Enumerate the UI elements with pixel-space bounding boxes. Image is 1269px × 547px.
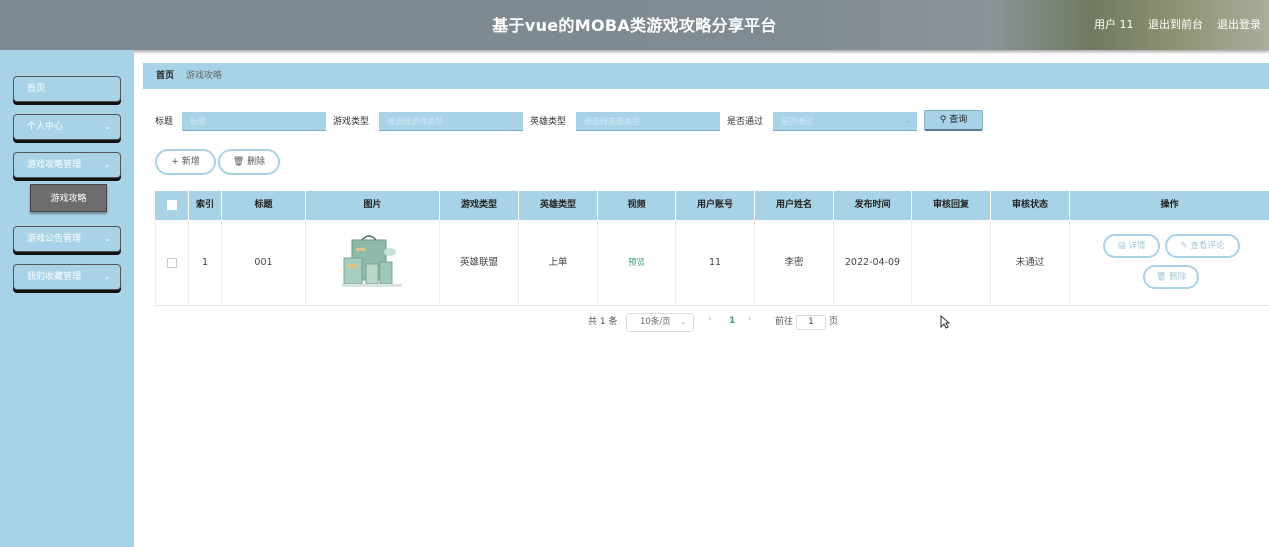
product-thumbnail[interactable] xyxy=(342,234,404,290)
mouse-cursor-icon xyxy=(940,315,950,329)
pagination-total: 共 1 条 xyxy=(588,317,618,327)
column-header-review-reply: 审核回复 xyxy=(912,191,991,220)
title-input[interactable]: 标题 xyxy=(182,112,326,131)
chevron-down-icon: ⌄ xyxy=(103,234,111,244)
chevron-down-icon: ⌄ xyxy=(679,317,687,327)
sidebar-subitem-strategy[interactable]: 游戏攻略 xyxy=(30,184,107,212)
trash-icon: 🗑 xyxy=(232,157,245,167)
select-all-cell xyxy=(155,191,189,220)
sidebar-item-label: 个人中心 xyxy=(27,122,64,132)
cell-video: 预览 xyxy=(598,220,676,306)
sidebar-item-label: 我的收藏管理 xyxy=(27,272,82,282)
trash-icon: 🗑 xyxy=(1155,272,1167,282)
column-header-name: 用户姓名 xyxy=(755,191,834,220)
column-header-video: 视频 xyxy=(598,191,676,220)
chevron-down-icon: ⌄ xyxy=(903,116,911,126)
chevron-down-icon: ⌄ xyxy=(103,160,111,170)
column-header-account: 用户账号 xyxy=(676,191,755,220)
prev-page-icon[interactable]: ‹ xyxy=(708,314,712,324)
cell-game-type: 英雄联盟 xyxy=(440,220,519,306)
back-to-frontend-link[interactable]: 退出到前台 xyxy=(1148,16,1203,32)
cell-publish-time: 2022-04-09 xyxy=(834,220,912,306)
column-header-image: 图片 xyxy=(306,191,440,220)
query-button[interactable]: ⚲ 查询 xyxy=(924,110,983,131)
page-size-select[interactable]: 10条/页 ⌄ xyxy=(626,313,694,332)
page-title: 基于vue的MOBA类游戏攻略分享平台 xyxy=(492,16,777,35)
sidebar-item-notice-management[interactable]: 游戏公告管理 ⌄ xyxy=(13,226,121,252)
cell-account: 11 xyxy=(676,220,755,306)
game-type-label: 游戏类型 xyxy=(333,117,370,127)
goto-prefix: 前往 xyxy=(775,317,794,327)
column-header-publish-time: 发布时间 xyxy=(834,191,912,220)
query-button-label: 查询 xyxy=(949,115,968,125)
sidebar: 首页 个人中心 ⌄ 游戏攻略管理 ⌄ 游戏攻略 游戏公告管理 ⌄ 我的收藏管理 … xyxy=(0,50,134,547)
column-header-index: 索引 xyxy=(189,191,222,220)
sidebar-item-home[interactable]: 首页 xyxy=(13,76,121,102)
table-header: 索引 标题 图片 游戏类型 英雄类型 视频 用户账号 用户姓名 发布时间 审核回… xyxy=(155,191,1269,220)
column-header-title: 标题 xyxy=(222,191,306,220)
detail-button[interactable]: ▤ 详情 xyxy=(1103,234,1160,258)
game-type-select[interactable]: 请选择游戏类型 xyxy=(379,112,523,131)
title-label: 标题 xyxy=(155,117,174,127)
cell-index: 1 xyxy=(189,220,222,306)
cell-title: 001 xyxy=(222,220,306,306)
row-select-cell xyxy=(156,220,189,306)
view-comments-label: 查看评论 xyxy=(1190,241,1225,251)
column-header-game-type: 游戏类型 xyxy=(440,191,519,220)
column-header-review-status: 审核状态 xyxy=(991,191,1070,220)
delete-button[interactable]: 🗑 删除 xyxy=(218,149,280,175)
hero-type-label: 英雄类型 xyxy=(530,117,567,127)
goto-suffix: 页 xyxy=(829,317,839,327)
add-button[interactable]: + 新增 xyxy=(155,149,216,175)
chevron-down-icon: ⌄ xyxy=(103,272,111,282)
sidebar-item-label: 游戏公告管理 xyxy=(27,234,82,244)
detail-button-label: 详情 xyxy=(1128,241,1146,251)
add-button-label: 新增 xyxy=(181,157,200,167)
sidebar-item-strategy-management[interactable]: 游戏攻略管理 ⌄ xyxy=(13,152,121,178)
sidebar-item-label: 游戏攻略管理 xyxy=(27,160,82,170)
delete-button-label: 删除 xyxy=(247,157,266,167)
edit-icon: ✎ xyxy=(1180,241,1188,251)
game-type-placeholder: 请选择游戏类型 xyxy=(387,117,443,126)
row-checkbox[interactable] xyxy=(167,257,177,268)
cell-review-reply xyxy=(912,220,991,306)
plus-icon: + xyxy=(171,157,179,167)
sidebar-item-favorites-management[interactable]: 我的收藏管理 ⌄ xyxy=(13,264,121,290)
row-delete-button[interactable]: 🗑 删除 xyxy=(1143,265,1199,289)
breadcrumb-home[interactable]: 首页 xyxy=(156,71,174,81)
view-comments-button[interactable]: ✎ 查看评论 xyxy=(1165,234,1240,258)
cell-operations: ▤ 详情 ✎ 查看评论 🗑 删除 xyxy=(1070,220,1269,306)
cell-hero-type: 上单 xyxy=(519,220,598,306)
current-page-number[interactable]: 1 xyxy=(729,316,735,326)
pass-placeholder: 是否通过 xyxy=(781,117,813,126)
current-user: 用户 11 xyxy=(1094,18,1134,31)
cell-image xyxy=(306,220,440,306)
hero-type-select[interactable]: 请选择英雄类型 xyxy=(576,112,720,131)
row-delete-label: 删除 xyxy=(1169,272,1187,282)
pass-select[interactable]: 是否通过 ⌄ xyxy=(773,112,917,131)
breadcrumb-current: 游戏攻略 xyxy=(185,71,222,81)
select-all-checkbox[interactable] xyxy=(166,199,177,210)
document-icon: ▤ xyxy=(1117,241,1126,251)
top-header: 基于vue的MOBA类游戏攻略分享平台 用户 11 退出到前台 退出登录 xyxy=(0,0,1269,50)
logout-link[interactable]: 退出登录 xyxy=(1217,16,1261,32)
cell-name: 李密 xyxy=(755,220,834,306)
search-icon: ⚲ xyxy=(939,115,947,125)
pass-label: 是否通过 xyxy=(727,117,764,127)
sidebar-item-personal-center[interactable]: 个人中心 ⌄ xyxy=(13,114,121,140)
hero-type-placeholder: 请选择英雄类型 xyxy=(584,117,640,126)
goto-page-input[interactable]: 1 xyxy=(796,315,826,330)
page-size-value: 10条/页 xyxy=(640,317,671,327)
column-header-hero-type: 英雄类型 xyxy=(519,191,598,220)
sidebar-item-label: 首页 xyxy=(27,84,46,94)
table-row: 1 001 英雄联盟 上单 预览 11 李密 2022-04-09 未通过 ▤ … xyxy=(155,220,1269,306)
video-preview-link[interactable]: 预览 xyxy=(628,258,645,268)
breadcrumb: 首页 游戏攻略 xyxy=(143,63,1269,89)
next-page-icon[interactable]: › xyxy=(748,314,752,324)
cell-review-status: 未通过 xyxy=(991,220,1070,306)
chevron-down-icon: ⌄ xyxy=(103,122,111,132)
column-header-operations: 操作 xyxy=(1160,200,1179,210)
